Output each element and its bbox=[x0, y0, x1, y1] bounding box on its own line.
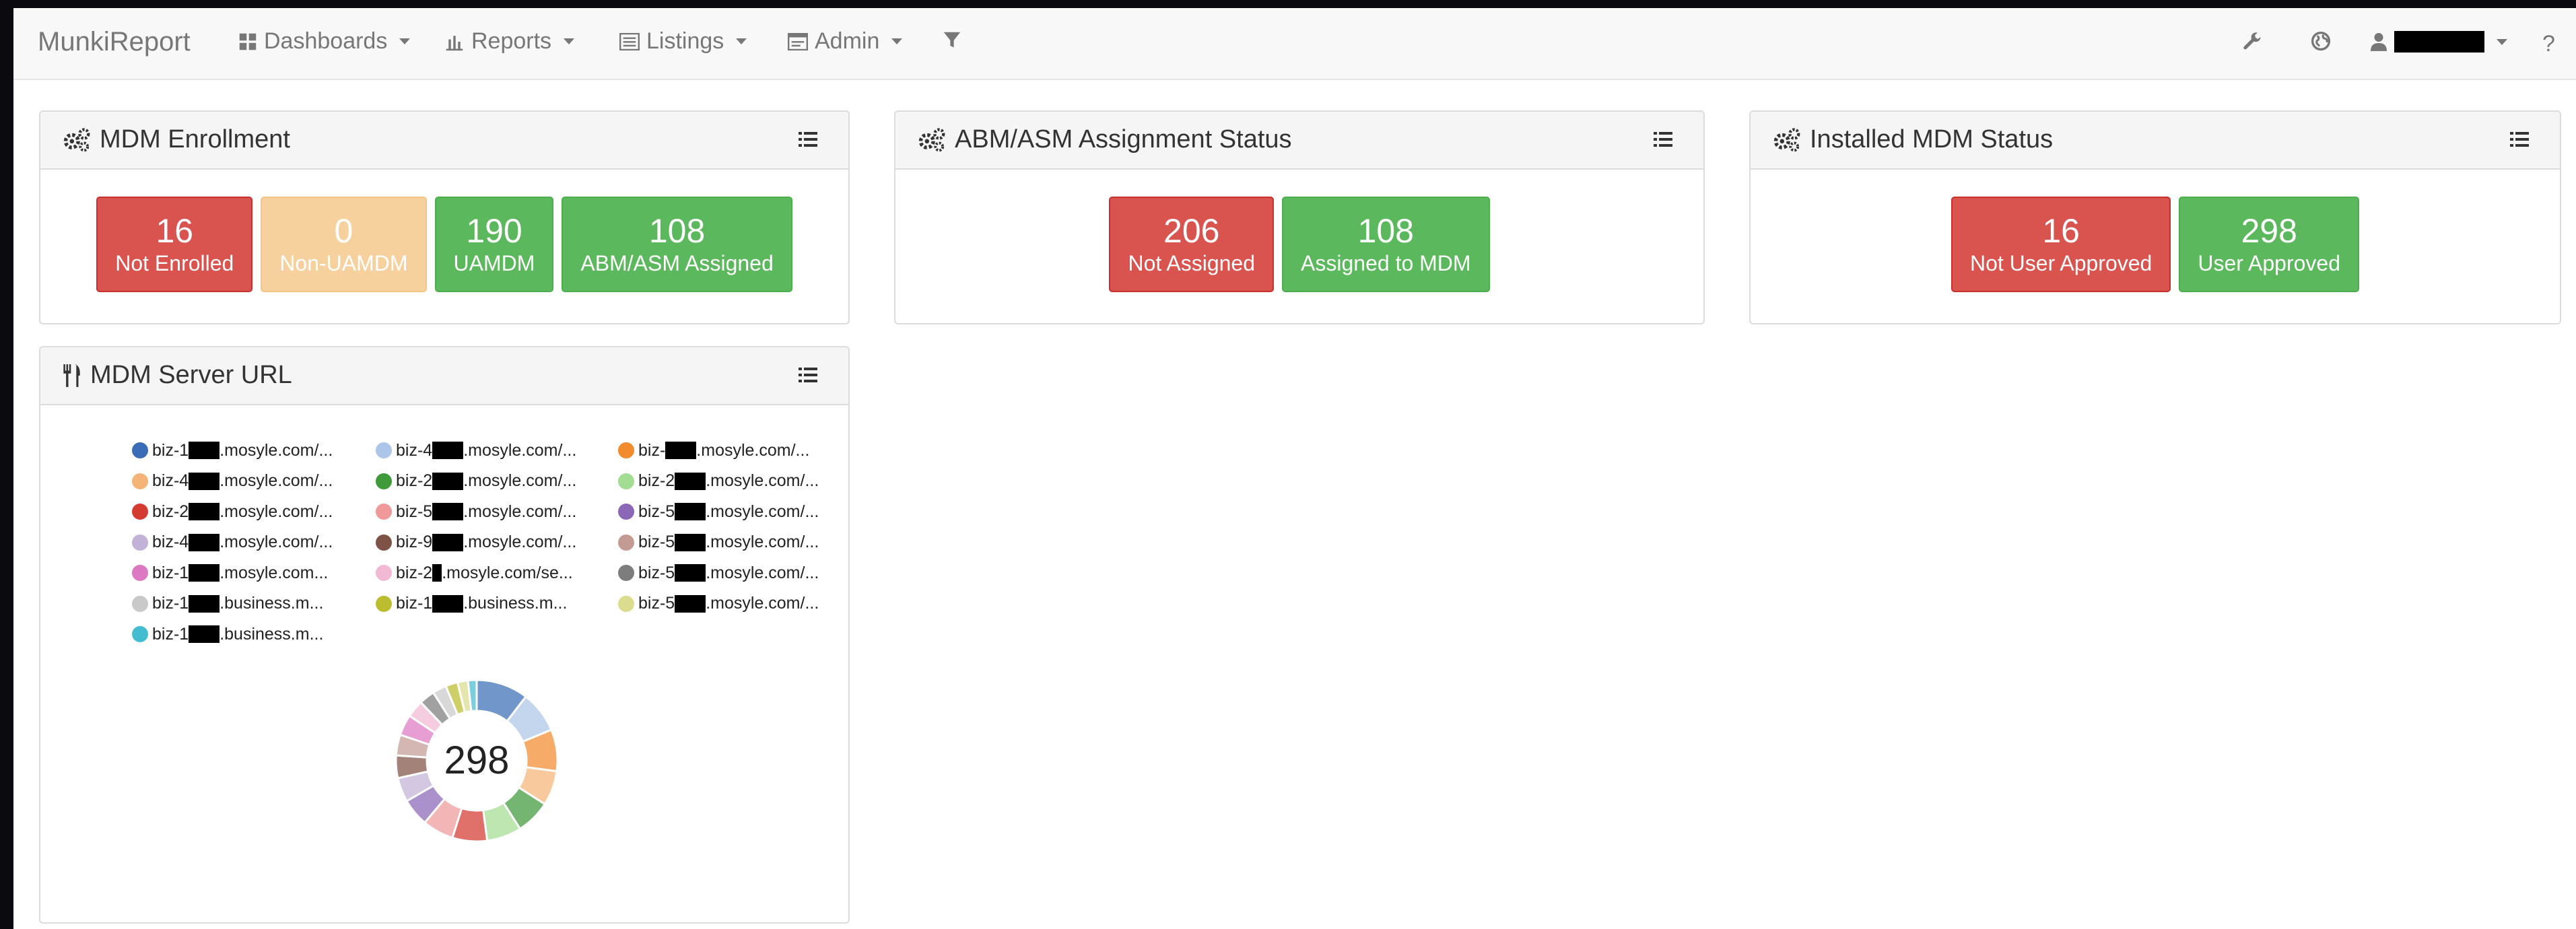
tile-label: Not User Approved bbox=[1969, 251, 2153, 275]
chevron-down-icon bbox=[891, 38, 903, 44]
panel-header: ABM/ASM Assignment Status bbox=[895, 112, 1703, 170]
tile-count: 0 bbox=[334, 212, 353, 250]
nav-listings-label: Listings bbox=[646, 28, 724, 54]
tile-assigned-to-mdm[interactable]: 108 Assigned to MDM bbox=[1282, 197, 1490, 292]
tile-label: Assigned to MDM bbox=[1301, 251, 1471, 275]
redacted-username bbox=[2394, 31, 2484, 53]
wrench-icon bbox=[2243, 32, 2261, 50]
list-view-icon[interactable] bbox=[2510, 132, 2529, 147]
tile-label: User Approved bbox=[2198, 251, 2341, 275]
tile-not-user-approved[interactable]: 16 Not User Approved bbox=[1951, 197, 2171, 292]
tile-not-assigned[interactable]: 206 Not Assigned bbox=[1109, 197, 1275, 292]
panel-mdm-server-url: MDM Server URL biz-1 .mosyle.com/... biz-4… bbox=[39, 346, 850, 924]
nav-listings[interactable]: Listings bbox=[619, 28, 747, 55]
tile-group: 16 Not Enrolled 0 Non-UAMDM 190 UAMDM 10… bbox=[40, 197, 848, 292]
panel-mdm-enrollment: MDM Enrollment 16 Not Enrolled 0 Non-UAM… bbox=[39, 110, 850, 324]
gears-icon bbox=[1773, 127, 1800, 151]
tile-count: 298 bbox=[2241, 212, 2297, 250]
tile-label: Not Assigned bbox=[1128, 251, 1256, 275]
tile-label: Non-UAMDM bbox=[279, 251, 408, 275]
user-icon bbox=[2370, 33, 2387, 51]
nav-dashboards[interactable]: Dashboards bbox=[238, 28, 411, 55]
tile-uamdm[interactable]: 190 UAMDM bbox=[434, 197, 554, 292]
panel-abm-status: ABM/ASM Assignment Status 206 Not Assign… bbox=[894, 110, 1705, 324]
brand-link[interactable]: MunkiReport bbox=[38, 27, 191, 57]
tile-label: ABM/ASM Assigned bbox=[580, 251, 774, 275]
tile-group: 206 Not Assigned 108 Assigned to MDM bbox=[895, 197, 1703, 292]
panel-installed-status: Installed MDM Status 16 Not User Approve… bbox=[1749, 110, 2561, 324]
nav-reports-label: Reports bbox=[471, 28, 552, 54]
help-link[interactable]: ? bbox=[2542, 31, 2555, 57]
panel-header: Installed MDM Status bbox=[1751, 112, 2560, 170]
panel-header: MDM Enrollment bbox=[40, 112, 848, 170]
nav-admin-label: Admin bbox=[815, 28, 880, 54]
tile-label: UAMDM bbox=[453, 251, 535, 275]
navbar: MunkiReport Dashboards Reports Listings … bbox=[13, 8, 2576, 80]
globe-icon bbox=[2311, 31, 2331, 51]
gears-icon bbox=[63, 127, 90, 151]
app-page: MunkiReport Dashboards Reports Listings … bbox=[13, 8, 2576, 929]
tile-count: 108 bbox=[1357, 212, 1414, 250]
nav-dashboards-label: Dashboards bbox=[264, 28, 388, 54]
tile-count: 16 bbox=[156, 212, 194, 250]
filter-icon bbox=[943, 32, 961, 48]
gears-icon bbox=[918, 127, 945, 151]
chevron-down-icon bbox=[2497, 38, 2507, 45]
tile-count: 206 bbox=[1163, 212, 1220, 250]
donut-chart: 298 bbox=[395, 679, 559, 843]
panel-title-text: ABM/ASM Assignment Status bbox=[955, 125, 1292, 153]
chevron-down-icon bbox=[564, 38, 575, 44]
tile-abm-assigned[interactable]: 108 ABM/ASM Assigned bbox=[562, 197, 792, 292]
list-icon bbox=[619, 32, 640, 50]
nav-reports[interactable]: Reports bbox=[444, 28, 575, 55]
tile-label: Not Enrolled bbox=[115, 251, 234, 275]
user-menu[interactable] bbox=[2370, 31, 2507, 53]
chevron-down-icon bbox=[736, 38, 747, 44]
tile-count: 16 bbox=[2042, 212, 2080, 250]
chevron-down-icon bbox=[399, 38, 411, 44]
language-button[interactable] bbox=[2311, 31, 2331, 51]
settings-button[interactable] bbox=[2242, 31, 2262, 51]
list-view-icon[interactable] bbox=[799, 132, 817, 147]
list-view-icon[interactable] bbox=[1654, 132, 1672, 147]
tile-non-uamdm[interactable]: 0 Non-UAMDM bbox=[261, 197, 427, 292]
grid-icon bbox=[239, 33, 257, 50]
panel-title-text: Installed MDM Status bbox=[1810, 125, 2054, 153]
admin-icon bbox=[788, 32, 808, 50]
donut-center-total: 298 bbox=[444, 738, 510, 782]
tile-group: 16 Not User Approved 298 User Approved bbox=[1751, 197, 2560, 292]
nav-admin[interactable]: Admin bbox=[788, 28, 903, 55]
tile-count: 108 bbox=[648, 212, 706, 250]
tile-user-approved[interactable]: 298 User Approved bbox=[2179, 197, 2360, 292]
panel-title-text: MDM Enrollment bbox=[100, 125, 290, 153]
panel-title: ABM/ASM Assignment Status bbox=[917, 125, 1292, 154]
panel-title: Installed MDM Status bbox=[1772, 125, 2053, 154]
filter-button[interactable] bbox=[943, 31, 961, 50]
panel-title: MDM Enrollment bbox=[62, 125, 290, 154]
tile-not-enrolled[interactable]: 16 Not Enrolled bbox=[96, 197, 253, 292]
bar-chart-icon bbox=[446, 35, 463, 50]
tile-count: 190 bbox=[466, 212, 522, 250]
